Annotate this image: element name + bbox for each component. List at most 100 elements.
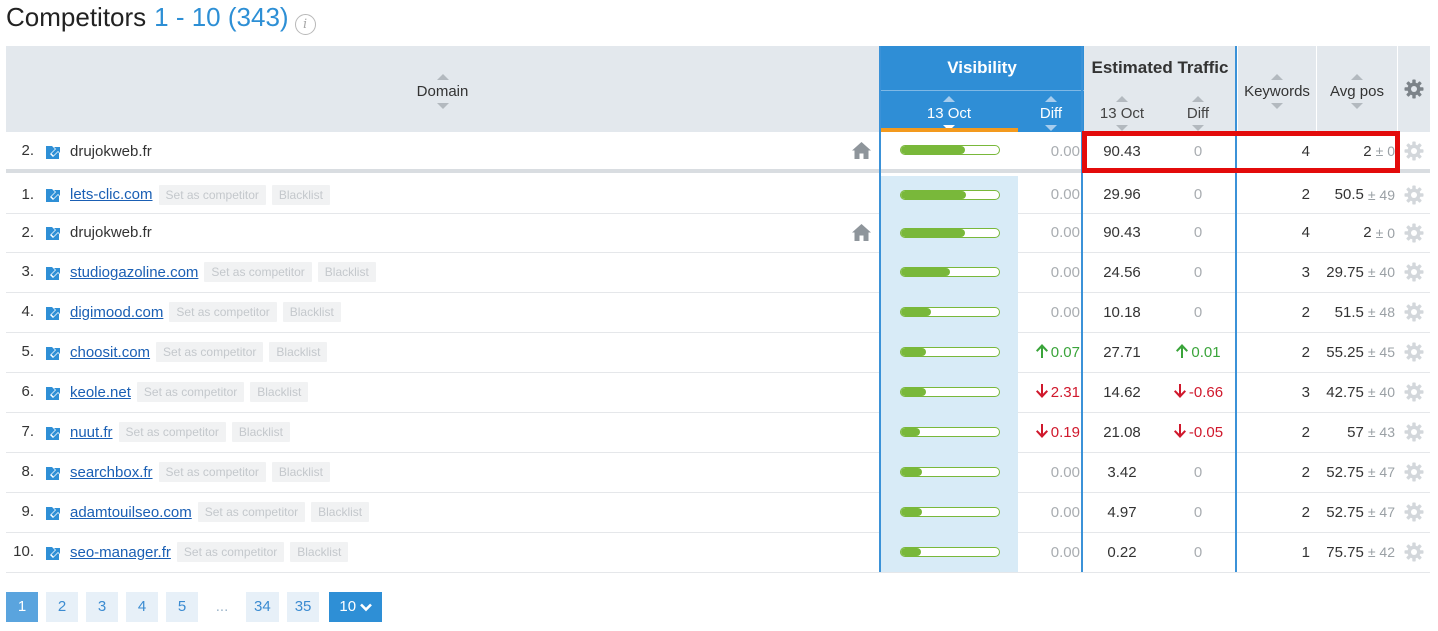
visibility-diff: 0.00 [1050,224,1080,241]
external-link-icon[interactable] [46,225,61,240]
gear-icon[interactable] [1404,422,1424,442]
page-button[interactable]: 2 [46,592,78,622]
visibility-cell [880,452,1018,492]
visibility-bar [900,228,1000,238]
sort-desc-icon[interactable] [436,103,449,109]
traffic-diff-header[interactable]: Diff [1160,92,1236,132]
domain-link[interactable]: seo-manager.fr [70,544,171,561]
keywords-value: 2 [1301,423,1310,441]
blacklist-button[interactable]: Blacklist [282,302,341,322]
gear-icon[interactable] [1404,462,1424,482]
blacklist-button[interactable]: Blacklist [317,262,376,282]
external-link-icon[interactable] [46,545,61,560]
page-button[interactable]: 35 [286,592,320,622]
gear-icon[interactable] [1404,502,1424,522]
gear-icon[interactable] [1404,382,1424,402]
sort-asc-icon[interactable] [1192,96,1204,102]
column-divider [1235,46,1237,572]
keywords-value: 2 [1301,503,1310,521]
blacklist-button[interactable]: Blacklist [290,542,349,562]
traffic-date-header[interactable]: 13 Oct [1084,92,1160,132]
avg-pos-header[interactable]: Avg pos [1317,46,1397,132]
gear-icon[interactable] [1404,302,1424,322]
arrow-up-icon [1176,344,1189,358]
gear-icon[interactable] [1404,141,1424,161]
page-button[interactable]: 4 [126,592,158,622]
settings-header[interactable] [1398,46,1430,132]
external-link-icon[interactable] [46,505,61,520]
external-link-icon[interactable] [46,425,61,440]
set-as-competitor-button[interactable]: Set as competitor [204,262,312,282]
page-button[interactable]: 34 [246,592,279,622]
info-icon[interactable]: i [294,14,316,35]
sort-asc-icon[interactable] [1116,96,1128,102]
gear-icon[interactable] [1404,342,1424,362]
blacklist-button[interactable]: Blacklist [269,342,328,362]
home-icon [852,224,871,241]
blacklist-button[interactable]: Blacklist [231,422,290,442]
sort-desc-icon[interactable] [1351,103,1363,109]
sort-asc-icon[interactable] [1271,74,1283,80]
external-link-icon[interactable] [46,305,61,320]
external-link-icon[interactable] [46,345,61,360]
traffic-group-label: Estimated Traffic [1091,58,1229,77]
sort-desc-icon[interactable] [1271,103,1283,109]
page-button[interactable]: 3 [86,592,118,622]
domain-link[interactable]: searchbox.fr [70,464,153,481]
page-button[interactable]: 5 [166,592,198,622]
gear-icon[interactable] [1404,262,1424,282]
domain-link[interactable]: adamtouilseo.com [70,504,192,521]
visibility-bar [900,507,1000,517]
set-as-competitor-button[interactable]: Set as competitor [158,184,266,205]
domain-cell: digimood.com Set as competitor Blacklist [70,292,341,332]
domain-link[interactable]: lets-clic.com [70,186,153,203]
set-as-competitor-button[interactable]: Set as competitor [176,542,285,562]
gear-icon[interactable] [1404,185,1424,205]
row-rank: 2. [21,224,34,241]
col-domain-header[interactable]: Domain [6,46,879,132]
visibility-bar [900,427,1000,437]
sort-desc-icon[interactable] [1045,125,1057,131]
external-link-icon[interactable] [46,465,61,480]
blacklist-button[interactable]: Blacklist [271,462,330,482]
visibility-cell [880,252,1018,292]
domain-text: drujokweb.fr [70,224,152,241]
external-link-icon[interactable] [46,385,61,400]
domain-link[interactable]: studiogazoline.com [70,264,198,281]
visibility-diff-header[interactable]: Diff [1018,92,1084,132]
sort-asc-icon[interactable] [1351,74,1363,80]
domain-link[interactable]: keole.net [70,384,131,401]
sort-asc-icon[interactable] [1045,96,1057,102]
set-as-competitor-button[interactable]: Set as competitor [197,502,306,522]
keywords-value: 2 [1301,343,1310,361]
traffic-diff: 0.01 [1160,332,1236,372]
gear-icon[interactable] [1404,79,1424,99]
sort-asc-icon[interactable] [436,74,449,80]
set-as-competitor-button[interactable]: Set as competitor [169,302,277,322]
set-as-competitor-button[interactable]: Set as competitor [156,342,264,362]
sort-asc-icon[interactable] [943,96,955,102]
arrow-down-icon [1173,384,1186,398]
set-as-competitor-button[interactable]: Set as competitor [136,382,245,402]
domain-link[interactable]: digimood.com [70,304,163,321]
blacklist-button[interactable]: Blacklist [311,502,370,522]
set-as-competitor-button[interactable]: Set as competitor [158,462,266,482]
avg-pos-value: 52.75 ± 47 [1326,503,1395,521]
visibility-date-header[interactable]: 13 Oct [880,92,1018,132]
blacklist-button[interactable]: Blacklist [250,382,309,402]
external-link-icon[interactable] [46,265,61,280]
blacklist-button[interactable]: Blacklist [271,184,330,205]
page-button[interactable]: 1 [6,592,38,622]
external-link-icon[interactable] [46,144,61,159]
avg-pos-value: 42.75 ± 40 [1326,383,1395,401]
set-as-competitor-button[interactable]: Set as competitor [118,422,226,442]
gear-icon[interactable] [1404,223,1424,243]
external-link-icon[interactable] [46,187,61,202]
table-row: 10. seo-manager.fr Set as competitor Blackl… [6,532,1430,572]
gear-icon[interactable] [1404,542,1424,562]
keywords-header[interactable]: Keywords [1238,46,1316,132]
per-page-select[interactable]: 10 [329,592,383,622]
domain-link[interactable]: nuut.fr [70,424,113,441]
domain-link[interactable]: choosit.com [70,344,150,361]
avg-pos-value: 57 ± 43 [1347,423,1395,441]
